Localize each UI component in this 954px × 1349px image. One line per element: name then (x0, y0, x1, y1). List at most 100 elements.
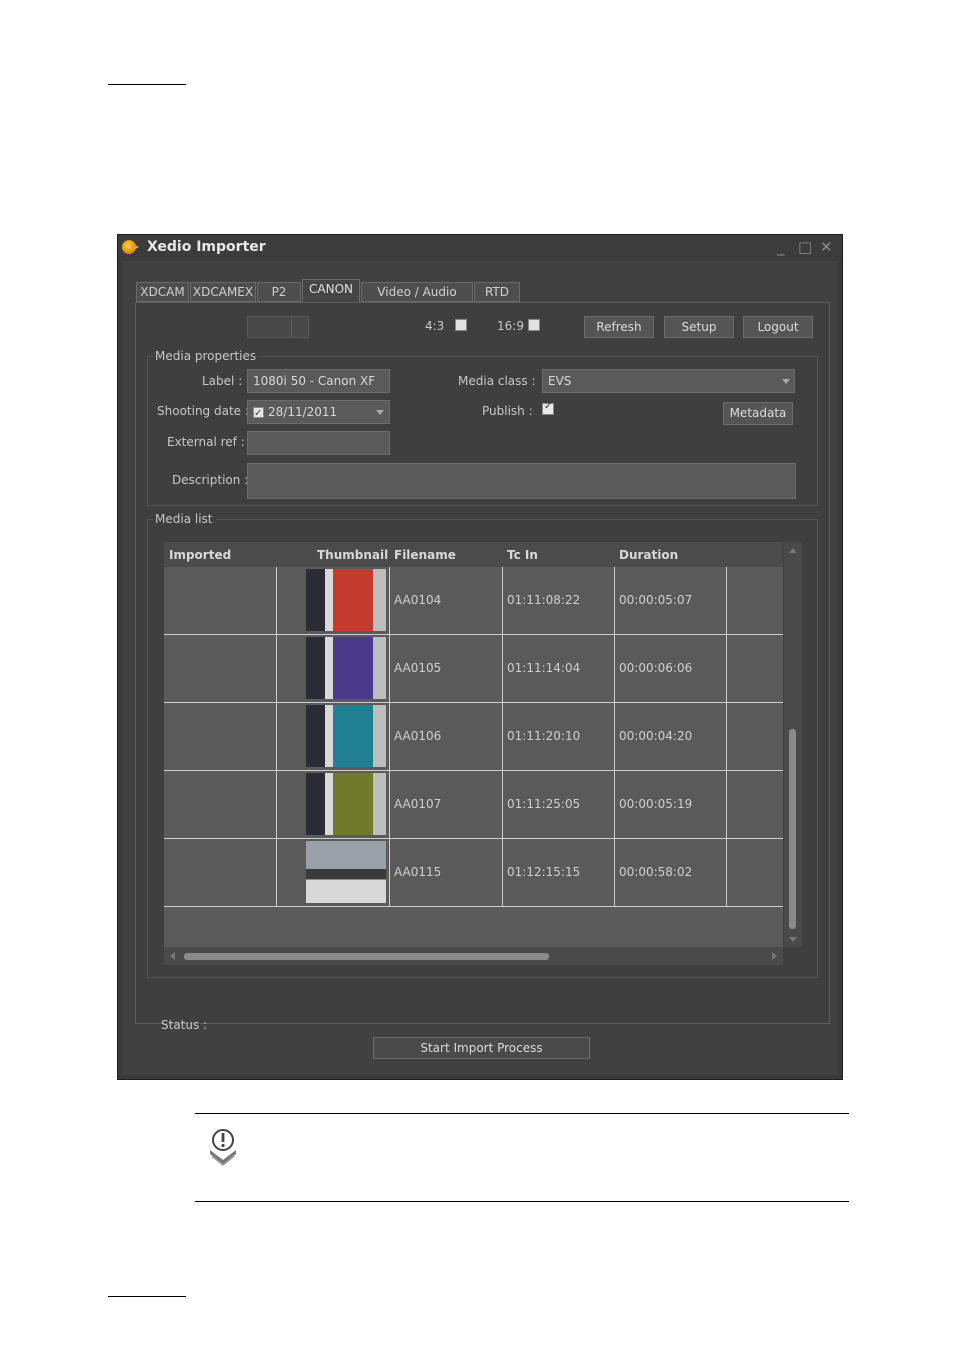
metadata-button[interactable]: Metadata (723, 402, 793, 425)
label-label: Label : (202, 374, 243, 388)
ratio-4-3-label: 4:3 (425, 319, 445, 333)
tab-label: P2 (271, 285, 287, 299)
setup-button[interactable]: Setup (664, 316, 734, 338)
xedio-importer-window: Xedio Importer _ □ ✕ XDCAM XDCAMEX P2 CA… (117, 234, 843, 1080)
device-selector[interactable] (247, 316, 309, 338)
thumbnail-cell (277, 703, 390, 770)
table-header: Imported Thumbnail Filename Tc In Durati… (164, 542, 783, 567)
tab-xdcam[interactable]: XDCAM (136, 282, 189, 302)
maximize-icon[interactable]: □ (798, 238, 812, 256)
thumbnail-cell (277, 839, 390, 906)
minimize-icon[interactable]: _ (777, 238, 785, 256)
media-properties-title: Media properties (153, 349, 261, 363)
tc-in-cell: 01:11:25:05 (503, 771, 615, 838)
scroll-down-icon[interactable] (789, 937, 797, 942)
chevron-down-icon (376, 410, 384, 415)
label-field[interactable]: 1080i 50 - Canon XF (247, 369, 390, 393)
duration-cell: 00:00:06:06 (615, 635, 727, 702)
shooting-date-picker[interactable]: ✓ 28/11/2011 (247, 400, 390, 424)
tab-xdcamex[interactable]: XDCAMEX (190, 282, 256, 302)
column-duration[interactable]: Duration (619, 548, 678, 562)
thumbnail-cell (277, 567, 390, 634)
note-icon (210, 1129, 236, 1166)
thumbnail-image (306, 841, 386, 903)
column-filename[interactable]: Filename (394, 548, 456, 562)
window-title: Xedio Importer (147, 239, 266, 255)
start-import-button[interactable]: Start Import Process (373, 1037, 590, 1059)
tc-in-cell: 01:12:15:15 (503, 839, 615, 906)
tab-video-audio-stills[interactable]: Video / Audio /Stills (361, 282, 473, 317)
media-class-value: EVS (548, 374, 572, 388)
thumbnail-cell (277, 635, 390, 702)
thumbnail-image (306, 773, 386, 835)
tab-label: XDCAM (140, 285, 185, 299)
shooting-date-value: 28/11/2011 (268, 405, 338, 419)
table-row[interactable]: AA0105 01:11:14:04 00:00:06:06 (164, 635, 783, 703)
ratio-16-9-checkbox[interactable] (528, 319, 540, 331)
tab-p2[interactable]: P2 (257, 282, 301, 302)
device-selector-arrow (291, 317, 308, 337)
vertical-scroll-thumb[interactable] (789, 729, 796, 929)
scroll-right-icon[interactable] (772, 952, 777, 960)
ratio-4-3-checkbox[interactable] (455, 319, 467, 331)
external-ref-field[interactable] (247, 431, 390, 455)
horizontal-scroll-thumb[interactable] (184, 953, 549, 960)
filename-cell: AA0115 (390, 839, 503, 906)
table-row[interactable]: AA0107 01:11:25:05 00:00:05:19 (164, 771, 783, 839)
thumbnail-image (306, 569, 386, 631)
checkmark-icon: ✓ (544, 401, 553, 412)
imported-cell (164, 839, 277, 906)
publish-checkbox[interactable]: ✓ (542, 401, 554, 415)
thumbnail-cell (277, 771, 390, 838)
checkmark-icon: ✓ (254, 408, 263, 419)
imported-cell (164, 771, 277, 838)
tab-label: XDCAMEX (192, 285, 254, 299)
scroll-up-icon[interactable] (789, 548, 797, 553)
status-label: Status : (161, 1018, 208, 1032)
title-bar[interactable]: Xedio Importer _ □ ✕ (118, 235, 842, 261)
filename-cell: AA0106 (390, 703, 503, 770)
table-row[interactable]: AA0104 01:11:08:22 00:00:05:07 (164, 567, 783, 635)
tc-in-cell: 01:11:08:22 (503, 567, 615, 634)
publish-label: Publish : (482, 404, 533, 418)
vertical-scrollbar[interactable] (784, 542, 802, 947)
header-rule (108, 84, 186, 85)
tab-canon[interactable]: CANON (302, 279, 360, 303)
external-ref-label: External ref : (167, 435, 245, 449)
refresh-button[interactable]: Refresh (584, 316, 654, 338)
imported-cell (164, 635, 277, 702)
duration-cell: 00:00:05:07 (615, 567, 727, 634)
app-icon (122, 240, 139, 254)
table-row[interactable]: AA0115 01:12:15:15 00:00:58:02 (164, 839, 783, 907)
duration-cell: 00:00:04:20 (615, 703, 727, 770)
media-list-table: Imported Thumbnail Filename Tc In Durati… (164, 542, 783, 947)
column-imported[interactable]: Imported (169, 548, 231, 562)
description-field[interactable] (247, 463, 796, 499)
tab-rtd[interactable]: RTD (474, 282, 520, 302)
table-row[interactable]: AA0106 01:11:20:10 00:00:04:20 (164, 703, 783, 771)
window-client: XDCAM XDCAMEX P2 CANON Video / Audio /St… (122, 261, 838, 1075)
shooting-date-label: Shooting date : (157, 404, 249, 418)
ratio-16-9-label: 16:9 (497, 319, 524, 333)
media-class-select[interactable]: EVS (542, 369, 795, 393)
thumbnail-image (306, 637, 386, 699)
filename-cell: AA0104 (390, 567, 503, 634)
column-thumbnail[interactable]: Thumbnail (317, 548, 388, 562)
logout-button[interactable]: Logout (743, 316, 813, 338)
thumbnail-image (306, 705, 386, 767)
tab-label: CANON (309, 282, 353, 296)
column-tc-in[interactable]: Tc In (507, 548, 538, 562)
chevron-down-icon (782, 379, 790, 384)
scroll-left-icon[interactable] (170, 952, 175, 960)
note-bottom-rule (195, 1201, 849, 1202)
imported-cell (164, 567, 277, 634)
footer-rule (108, 1296, 186, 1297)
imported-cell (164, 703, 277, 770)
tc-in-cell: 01:11:14:04 (503, 635, 615, 702)
horizontal-scrollbar[interactable] (164, 947, 783, 965)
tc-in-cell: 01:11:20:10 (503, 703, 615, 770)
description-label: Description : (172, 473, 249, 487)
close-icon[interactable]: ✕ (820, 238, 833, 256)
media-class-label: Media class : (458, 374, 536, 388)
duration-cell: 00:00:05:19 (615, 771, 727, 838)
